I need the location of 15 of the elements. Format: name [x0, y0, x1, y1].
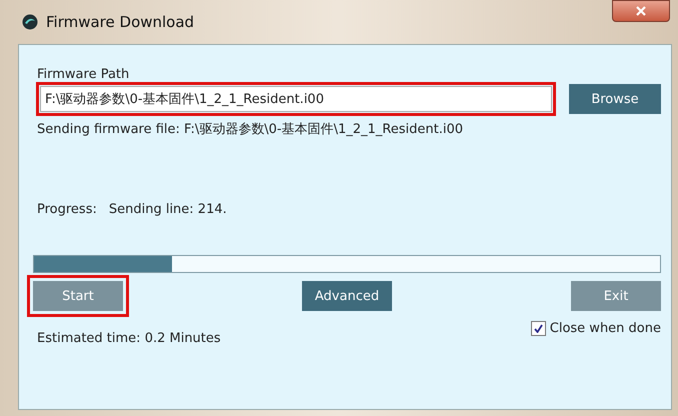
estimated-time: Estimated time: 0.2 Minutes: [37, 331, 221, 346]
close-button[interactable]: [612, 0, 670, 22]
close-icon: [636, 6, 646, 16]
app-icon: [22, 14, 38, 30]
sending-status: Sending firmware file: F:\驱动器参数\0-基本固件\1_2_1_Resident.i00: [37, 121, 464, 138]
field-label: Firmware Path: [37, 67, 130, 82]
checkbox[interactable]: [530, 321, 546, 336]
browse-button[interactable]: Browse: [569, 84, 661, 114]
progress-label: Progress:: [37, 202, 97, 217]
check-icon: [534, 324, 543, 333]
window-title: Firmware Download: [46, 13, 194, 31]
progress-status: Sending line: 214.: [108, 202, 227, 217]
path-field[interactable]: F:\驱动器参数\0-基本固件\1_2_1_Resident.i00: [40, 86, 552, 112]
checkbox-label: Close when done: [550, 321, 661, 336]
advanced-button[interactable]: Advanced: [302, 281, 392, 311]
